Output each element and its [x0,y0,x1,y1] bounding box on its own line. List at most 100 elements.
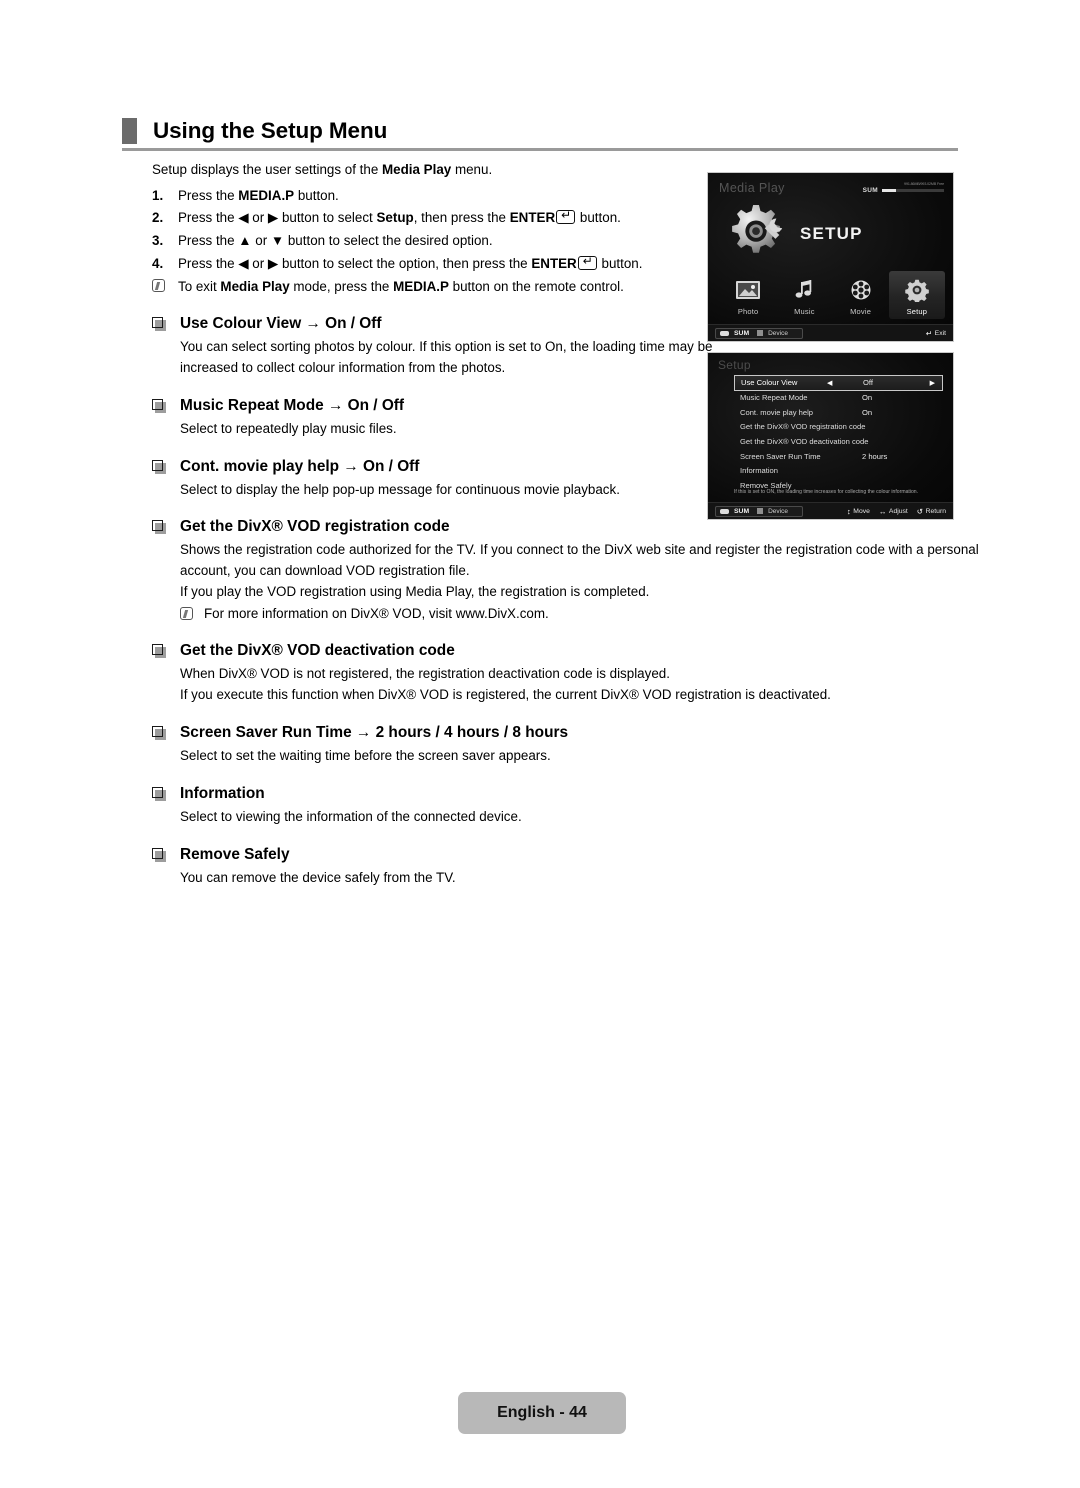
return-icon: ↺ [916,506,924,516]
exit-icon: ↵ [925,328,933,338]
section-paragraph: You can remove the device safely from th… [180,869,456,885]
tv2-source-chip: SUM Device [715,505,803,517]
section-heading: Information [152,784,952,804]
setup-menu-label: Get the DivX® VOD registration code [740,422,866,432]
section-paragraph: Select to viewing the information of the… [180,808,522,824]
setup-menu-label: Get the DivX® VOD deactivation code [740,437,869,447]
ballot-box-icon [152,314,180,333]
bar-action-exit[interactable]: ↵ Exit [926,329,946,338]
section-body: Select to viewing the information of the… [180,807,952,828]
setup-menu-row[interactable]: Cont. movie play help On [734,405,943,420]
footer-page-label: English - 44 [497,1404,587,1421]
bar-action-label: Return [925,507,946,515]
section-heading-text: Get the DivX® VOD deactivation code [180,642,455,660]
ballot-box-icon [152,396,180,415]
section-heading-text: Music Repeat Mode → On / Off [180,396,405,414]
media-tile-music[interactable]: Music [776,271,832,319]
section-heading: Get the DivX® VOD deactivation code [152,641,952,661]
setup-menu-row[interactable]: Get the DivX® VOD registration code [734,420,943,435]
media-tile-label: Setup [906,307,928,316]
storage-caption: 991.86MB/993.02MB Free [904,182,944,186]
ballot-box-icon [152,845,180,864]
tv1-source-chip: SUM Device [715,327,803,339]
setup-menu-list: Use Colour View ◀ ▶ Off Music Repeat Mode On C… [734,375,943,493]
section-body: Select to set the waiting time before th… [180,746,952,767]
manual-section: Get the DivX® VOD registration code Shows… [152,517,979,625]
setup-hero: SETUP [726,203,863,265]
tv-screenshot-setup-menu: Setup Use Colour View ◀ ▶ Off Music Repeat M… [707,352,954,520]
section-heading-text: Get the DivX® VOD registration code [180,518,450,536]
page-title: Using the Setup Menu [153,117,388,143]
section-heading-text: Screen Saver Run Time → 2 hours / 4 hour… [180,724,569,742]
device-square-icon [757,330,764,336]
section-heading-text: Information [180,784,265,802]
ballot-box-icon [152,641,180,660]
adjust-icon: ↔ [878,506,887,516]
chevron-left-icon[interactable]: ◀ [827,379,832,387]
step-number: 2. [152,210,164,226]
film-reel-icon [833,276,889,304]
manual-section: Get the DivX® VOD deactivation code When … [152,641,952,706]
media-tile-photo[interactable]: Photo [720,271,776,319]
setup-menu-label: Music Repeat Mode [740,393,808,403]
setup-menu-row[interactable]: Screen Saver Run Time 2 hours [734,449,943,464]
music-note-icon [776,276,832,304]
tv-screenshot-media-play: Media Play 991.86MB/993.02MB Free SUM SE… [707,172,954,342]
section-body: You can remove the device safely from th… [180,868,952,889]
bar-action-move[interactable]: ↕ Move [847,507,870,516]
section-paragraph: Select to set the waiting time before th… [180,748,551,764]
note-icon [180,604,204,624]
section-paragraph: Shows the registration code authorized f… [180,542,979,579]
setup-menu-row[interactable]: Music Repeat Mode On [734,391,943,406]
section-paragraph: Select to repeatedly play music files. [180,420,397,436]
setup-menu-row[interactable]: Get the DivX® VOD deactivation code [734,434,943,449]
device-square-icon [757,508,764,514]
tv2-device-label: Device [768,507,788,515]
move-icon: ↕ [847,506,851,516]
manual-section: Screen Saver Run Time → 2 hours / 4 hour… [152,723,952,767]
photo-icon [720,276,776,304]
bar-action-label: Exit [934,329,946,337]
gear-icon [889,276,945,304]
storage-source-label: SUM [862,187,878,194]
ballot-box-icon [152,784,180,803]
section-heading-text: Use Colour View → On / Off [180,315,382,333]
title-divider [122,148,958,151]
note-icon [152,276,178,296]
tv2-source-label: SUM [734,507,750,515]
step-number: 1. [152,187,164,203]
section-note: For more information on DivX® VOD, visit… [180,604,952,625]
setup-hero-label: SETUP [800,224,863,243]
section-body: When DivX® VOD is not registered, the re… [180,664,952,706]
setup-menu-row[interactable]: Use Colour View ◀ ▶ Off [734,375,943,391]
tv2-bar-actions: ↕ Move ↔ Adjust ↺ Return [847,507,946,516]
title-marker-icon [122,118,137,144]
section-heading-text: Cont. movie play help → On / Off [180,457,420,475]
setup-menu-label: Information [740,466,778,476]
media-tile-setup[interactable]: Setup [888,271,945,319]
tv1-device-label: Device [768,329,788,337]
ballot-box-icon [152,723,180,742]
usb-icon [720,508,729,514]
tv2-status-bar: SUM Device ↕ Move ↔ Adjust ↺ Return [708,502,953,519]
setup-menu-row[interactable]: Information [734,463,943,478]
media-tile-label: Movie [850,307,872,316]
page-title-row: Using the Setup Menu [122,118,958,144]
intro-before: Setup displays the user settings of the [152,162,383,177]
storage-bar [882,189,944,192]
media-play-icon-row: Photo Music Movie Setup [720,271,945,319]
tv1-status-bar: SUM Device ↵ Exit [708,324,953,341]
section-paragraph: You can select sorting photos by colour.… [180,339,713,376]
enter-key-icon: ↵ [556,209,576,225]
step-number: 3. [152,233,164,249]
tv1-bar-actions: ↵ Exit [926,329,946,338]
bar-action-return[interactable]: ↺ Return [917,507,946,516]
usb-icon [720,330,729,336]
bar-action-label: Move [853,507,870,515]
section-note-text: For more information on DivX® VOD, visit… [204,605,549,621]
chevron-right-icon[interactable]: ▶ [930,379,935,387]
setup-menu-value: On [862,393,873,403]
media-tile-movie[interactable]: Movie [833,271,889,319]
gear-wrench-icon [726,203,788,265]
bar-action-adjust[interactable]: ↔ Adjust [879,507,908,516]
